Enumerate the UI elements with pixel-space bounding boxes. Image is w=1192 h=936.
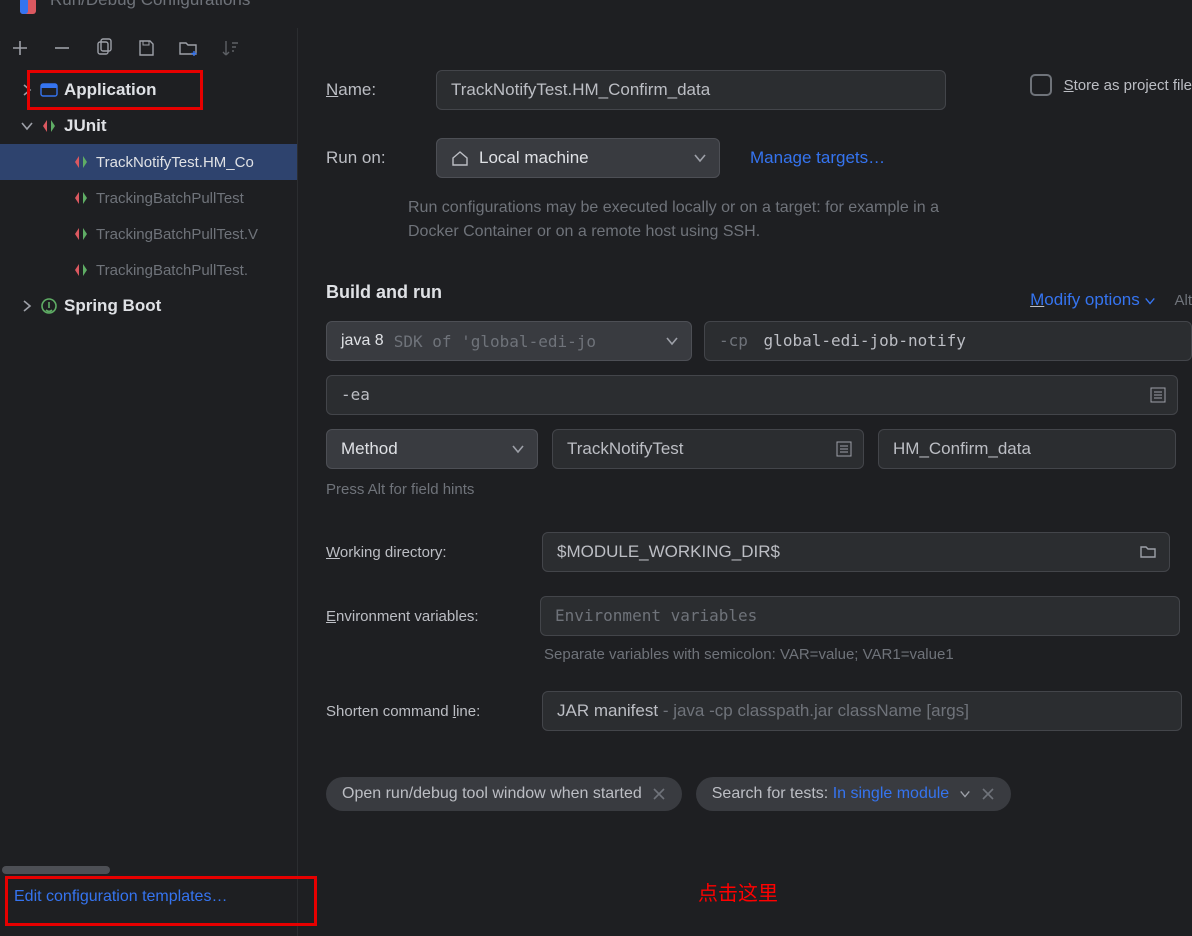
alt-hint: Alt xyxy=(1174,292,1192,309)
java-prefix: java 8 xyxy=(341,332,384,350)
home-icon xyxy=(451,149,469,167)
runon-label: Run on: xyxy=(326,148,406,168)
jdk-dropdown[interactable]: java 8 SDK of 'global-edi-jo xyxy=(326,321,692,361)
tree-label: TrackingBatchPullTest.V xyxy=(96,226,258,243)
name-input[interactable]: TrackNotifyTest.HM_Confirm_data xyxy=(436,70,946,110)
tree-label: Spring Boot xyxy=(64,296,161,316)
chevron-right-icon xyxy=(20,299,34,313)
tree-item-selected[interactable]: TrackNotifyTest.HM_Co xyxy=(0,144,297,180)
tree-label: Application xyxy=(64,80,157,100)
tree-node-application[interactable]: Application xyxy=(0,72,297,108)
tree-node-junit[interactable]: JUnit xyxy=(0,108,297,144)
main-panel: Name: TrackNotifyTest.HM_Confirm_data St… xyxy=(298,28,1192,936)
chip-label: Search for tests: In single module xyxy=(712,785,949,803)
sidebar-toolbar xyxy=(0,28,297,70)
option-chip[interactable]: Search for tests: In single module xyxy=(696,777,1011,811)
shorten-label: Shorten command line: xyxy=(326,703,522,720)
junit-icon xyxy=(72,153,90,171)
name-label: Name: xyxy=(326,80,406,100)
working-dir-label: Working directory: xyxy=(326,544,486,561)
tree-item[interactable]: TrackingBatchPullTest xyxy=(0,180,297,216)
store-label: Store as project file xyxy=(1064,77,1192,94)
tree-item[interactable]: TrackingBatchPullTest.V xyxy=(0,216,297,252)
remove-icon[interactable] xyxy=(52,38,72,58)
cp-value: global-edi-job-notify xyxy=(764,331,966,350)
working-dir-field[interactable]: $MODULE_WORKING_DIR$ xyxy=(542,532,1170,572)
runon-hint: Run configurations may be executed local… xyxy=(408,196,968,244)
junit-icon xyxy=(72,189,90,207)
horizontal-scrollbar[interactable] xyxy=(2,866,110,874)
chevron-down-icon xyxy=(1144,295,1156,307)
edit-templates-link[interactable]: Edit configuration templates… xyxy=(14,888,227,905)
folder-add-icon[interactable] xyxy=(178,38,198,58)
folder-icon[interactable] xyxy=(1139,543,1157,561)
env-hint: Separate variables with semicolon: VAR=v… xyxy=(544,646,1192,663)
application-icon xyxy=(40,81,58,99)
app-icon xyxy=(18,0,38,16)
junit-icon xyxy=(72,225,90,243)
tree-item[interactable]: TrackingBatchPullTest. xyxy=(0,252,297,288)
runon-value: Local machine xyxy=(479,148,589,168)
env-field[interactable]: Environment variables xyxy=(540,596,1180,636)
annotation-text: 点击这里 xyxy=(698,877,778,906)
tree-label: JUnit xyxy=(64,116,107,136)
sidebar: Application JUnit TrackNotifyTest.HM_Co … xyxy=(0,28,298,936)
chevron-down-icon xyxy=(665,334,679,348)
store-checkbox[interactable] xyxy=(1030,74,1052,96)
copy-icon[interactable] xyxy=(94,38,114,58)
env-label: Environment variables: xyxy=(326,608,516,625)
cp-prefix: -cp xyxy=(719,331,748,350)
vm-options-field[interactable]: -ea xyxy=(326,375,1178,415)
class-value: TrackNotifyTest xyxy=(567,439,684,458)
shorten-field[interactable]: JAR manifest - java -cp classpath.jar cl… xyxy=(542,691,1182,731)
manage-targets-link[interactable]: Manage targets… xyxy=(750,148,885,168)
close-icon[interactable] xyxy=(652,787,666,801)
chevron-right-icon xyxy=(20,83,34,97)
save-icon[interactable] xyxy=(136,38,156,58)
expand-icon[interactable] xyxy=(835,440,853,458)
tree-node-springboot[interactable]: Spring Boot xyxy=(0,288,297,324)
junit-icon xyxy=(40,117,58,135)
class-field[interactable]: TrackNotifyTest xyxy=(552,429,864,469)
option-chip[interactable]: Open run/debug tool window when started xyxy=(326,777,682,811)
press-alt-hint: Press Alt for field hints xyxy=(326,481,1192,498)
runon-dropdown[interactable]: Local machine xyxy=(436,138,720,178)
chevron-down-icon xyxy=(959,788,971,800)
method-dropdown[interactable]: Method xyxy=(326,429,538,469)
chevron-down-icon xyxy=(511,442,525,456)
expand-icon[interactable] xyxy=(1149,386,1167,404)
chevron-down-icon xyxy=(693,151,707,165)
window-title: Run/Debug Configurations xyxy=(50,0,250,9)
store-as-project[interactable]: Store as project file xyxy=(1030,74,1192,96)
config-tree: Application JUnit TrackNotifyTest.HM_Co … xyxy=(0,70,297,878)
modify-options-link[interactable]: Modify options xyxy=(1030,290,1156,310)
close-icon[interactable] xyxy=(981,787,995,801)
chip-label: Open run/debug tool window when started xyxy=(342,785,642,803)
add-icon[interactable] xyxy=(10,38,30,58)
shorten-hint: - java -cp classpath.jar className [args… xyxy=(658,701,969,720)
chevron-down-icon xyxy=(20,119,34,133)
junit-icon xyxy=(72,261,90,279)
method-value: Method xyxy=(341,439,398,459)
shorten-value: JAR manifest xyxy=(557,701,658,720)
vmopts-value: -ea xyxy=(341,385,370,404)
springboot-icon xyxy=(40,297,58,315)
test-method-field[interactable]: HM_Confirm_data xyxy=(878,429,1176,469)
tree-label: TrackingBatchPullTest. xyxy=(96,262,248,279)
wd-value: $MODULE_WORKING_DIR$ xyxy=(557,542,780,561)
tree-label: TrackingBatchPullTest xyxy=(96,190,244,207)
java-hint: SDK of 'global-edi-jo xyxy=(394,332,596,351)
sort-icon[interactable] xyxy=(220,38,240,58)
tree-label: TrackNotifyTest.HM_Co xyxy=(96,154,254,171)
classpath-field[interactable]: -cp global-edi-job-notify xyxy=(704,321,1192,361)
